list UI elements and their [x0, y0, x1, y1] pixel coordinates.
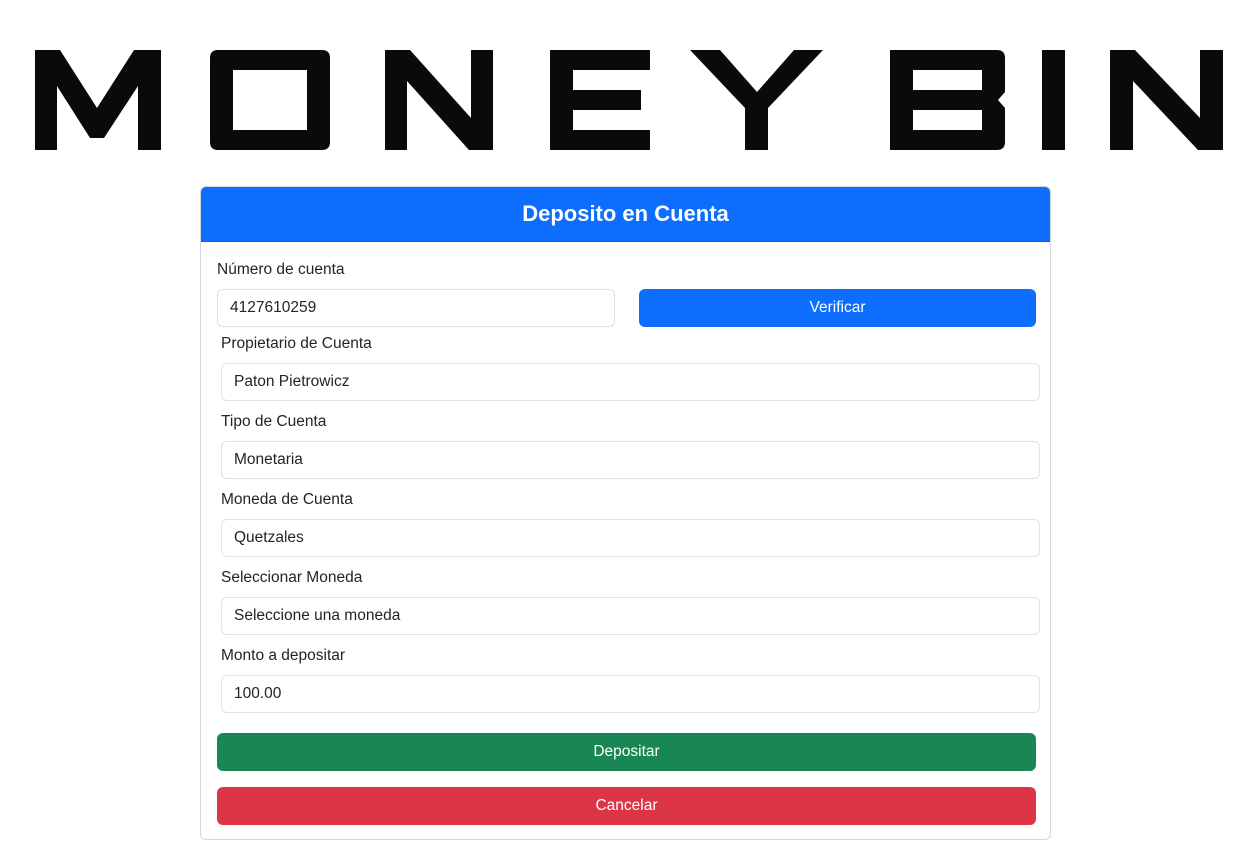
deposit-card: Deposito en Cuenta Número de cuenta 4127… — [200, 186, 1051, 840]
cancel-button[interactable]: Cancelar — [217, 787, 1036, 825]
currency-select[interactable]: Seleccione una moneda — [221, 597, 1040, 635]
owner-label: Propietario de Cuenta — [221, 335, 372, 352]
money-bin-logo — [35, 50, 1223, 150]
select-currency-label: Seleccionar Moneda — [221, 569, 363, 586]
verify-button[interactable]: Verificar — [639, 289, 1036, 327]
amount-input[interactable]: 100.00 — [221, 675, 1040, 713]
deposit-button[interactable]: Depositar — [217, 733, 1036, 771]
account-type-label: Tipo de Cuenta — [221, 413, 327, 430]
card-header: Deposito en Cuenta — [201, 187, 1050, 242]
account-currency-label: Moneda de Cuenta — [221, 491, 353, 508]
owner-field[interactable]: Paton Pietrowicz — [221, 363, 1040, 401]
account-number-input[interactable]: 4127610259 — [217, 289, 615, 327]
form-title: Deposito en Cuenta — [522, 201, 729, 226]
account-currency-field[interactable]: Quetzales — [221, 519, 1040, 557]
amount-label: Monto a depositar — [221, 647, 346, 664]
account-number-label: Número de cuenta — [217, 261, 345, 278]
account-type-field[interactable]: Monetaria — [221, 441, 1040, 479]
